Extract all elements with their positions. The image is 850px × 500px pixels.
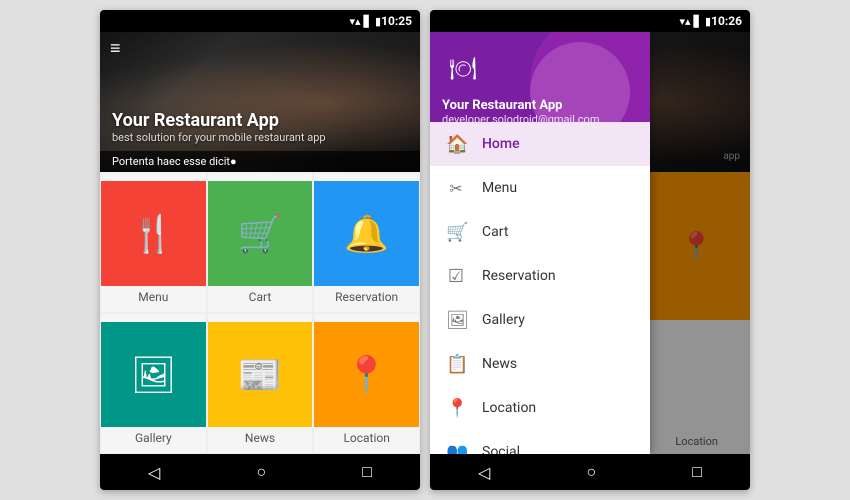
nav-bar-1: ◁ ○ □ (100, 454, 420, 490)
scissors-icon: ✂ (446, 179, 466, 198)
tile-location: 📍 (314, 322, 419, 427)
hero-subtitle-1: best solution for your mobile restaurant… (112, 131, 326, 144)
location-pin-icon: 📍 (446, 398, 466, 419)
grid-label-news: News (245, 431, 275, 445)
image-icon: 🖼 (130, 354, 176, 396)
back-button-2[interactable]: ◁ (466, 459, 502, 486)
tile-reservation: 🔔 (314, 181, 419, 286)
hero-title-1: Your Restaurant App (112, 110, 326, 131)
drawer-label-cart: Cart (482, 224, 508, 240)
recent-button-2[interactable]: □ (680, 458, 714, 486)
main-grid-1: 🍴 Menu 🛒 Cart 🔔 Reservation 🖼 Gallery 📰 (100, 172, 420, 454)
signal-icon: ▋ (364, 15, 372, 28)
phone-1: ▾▴ ▋ ▮ 10:25 ≡ Your Restaurant App best … (100, 10, 420, 490)
shopping-cart-icon: 🛒 (446, 222, 466, 243)
grid-label-reservation: Reservation (335, 290, 398, 304)
grid-label-menu: Menu (138, 290, 168, 304)
drawer-item-news[interactable]: 📋 News (430, 342, 650, 386)
status-bar-1: ▾▴ ▋ ▮ 10:25 (100, 10, 420, 32)
navigation-drawer: 🍽 Your Restaurant App developer.solodroi… (430, 32, 650, 454)
bell-icon: 🔔 (344, 213, 389, 255)
wifi-icon: ▾▴ (350, 15, 361, 28)
home-button-1[interactable]: ○ (244, 458, 278, 486)
gallery-icon: 🖼 (446, 310, 466, 331)
nav-bar-2: ◁ ○ □ (430, 454, 750, 490)
hero-overlay-1: Your Restaurant App best solution for yo… (112, 110, 326, 144)
drawer-header: 🍽 Your Restaurant App developer.solodroi… (430, 32, 650, 122)
fork-knife-icon: 🍴 (131, 213, 176, 255)
drawer-label-news: News (482, 356, 517, 372)
drawer-scrim[interactable] (650, 32, 750, 454)
tile-gallery: 🖼 (101, 322, 206, 427)
status-icons-2: ▾▴ ▋ ▮ (680, 15, 712, 28)
status-icons-1: ▾▴ ▋ ▮ (350, 15, 382, 28)
tile-news: 📰 (208, 322, 313, 427)
grid-label-gallery: Gallery (135, 431, 172, 445)
drawer-label-reservation: Reservation (482, 268, 556, 284)
drawer-item-gallery[interactable]: 🖼 Gallery (430, 298, 650, 342)
phone-2: ▾▴ ▋ ▮ 10:26 app 🖼 📰 📍 Gallery News Loca… (430, 10, 750, 490)
drawer-email: developer.solodroid@gmail.com (442, 113, 638, 122)
cart-icon: 🛒 (238, 213, 283, 255)
clock-1: 10:25 (381, 14, 412, 28)
tile-menu: 🍴 (101, 181, 206, 286)
grid-item-menu[interactable]: 🍴 Menu (100, 172, 207, 313)
news-icon: 📰 (238, 354, 283, 396)
recent-button-1[interactable]: □ (350, 458, 384, 486)
document-icon: 📋 (446, 354, 466, 375)
checkbox-icon: ☑ (446, 266, 466, 287)
drawer-label-location: Location (482, 400, 536, 416)
back-button-1[interactable]: ◁ (136, 459, 172, 486)
people-icon: 👥 (446, 442, 466, 455)
drawer-item-social[interactable]: 👥 Social (430, 430, 650, 454)
drawer-label-social: Social (482, 444, 520, 454)
grid-label-cart: Cart (249, 290, 272, 304)
grid-item-reservation[interactable]: 🔔 Reservation (313, 172, 420, 313)
tile-cart: 🛒 (208, 181, 313, 286)
drawer-app-icon-wrap: 🍽 (442, 48, 484, 90)
drawer-items-list: 🏠 Home ✂ Menu 🛒 Cart ☑ Reservation 🖼 (430, 122, 650, 454)
hero-1: ≡ Your Restaurant App best solution for … (100, 32, 420, 172)
drawer-item-menu[interactable]: ✂ Menu (430, 166, 650, 210)
ticker-1: Portenta haec esse dicit● (100, 151, 420, 172)
clock-2: 10:26 (711, 14, 742, 28)
dish-icon: 🍽 (449, 57, 477, 82)
status-bar-2: ▾▴ ▋ ▮ 10:26 (430, 10, 750, 32)
hamburger-menu-1[interactable]: ≡ (110, 38, 121, 59)
drawer-item-cart[interactable]: 🛒 Cart (430, 210, 650, 254)
wifi-icon-2: ▾▴ (680, 15, 691, 28)
pin-icon: 📍 (344, 354, 389, 396)
drawer-item-location[interactable]: 📍 Location (430, 386, 650, 430)
signal-icon-2: ▋ (694, 15, 702, 28)
grid-item-cart[interactable]: 🛒 Cart (207, 172, 314, 313)
drawer-overlay: 🍽 Your Restaurant App developer.solodroi… (430, 32, 750, 454)
grid-item-news[interactable]: 📰 News (207, 313, 314, 454)
drawer-label-menu: Menu (482, 180, 517, 196)
drawer-item-home[interactable]: 🏠 Home (430, 122, 650, 166)
drawer-label-home: Home (482, 136, 520, 152)
grid-label-location: Location (343, 431, 389, 445)
drawer-item-reservation[interactable]: ☑ Reservation (430, 254, 650, 298)
grid-item-location[interactable]: 📍 Location (313, 313, 420, 454)
drawer-label-gallery: Gallery (482, 312, 525, 328)
grid-item-gallery[interactable]: 🖼 Gallery (100, 313, 207, 454)
drawer-app-name: Your Restaurant App (442, 98, 638, 113)
home-button-2[interactable]: ○ (574, 458, 608, 486)
home-icon: 🏠 (446, 134, 466, 155)
